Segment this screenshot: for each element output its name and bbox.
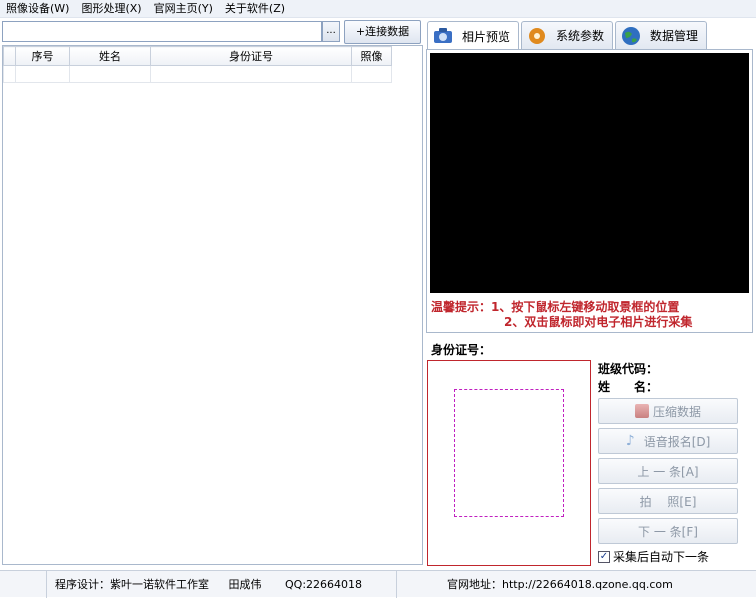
auto-next-checkbox[interactable]: ✓ 采集后自动下一条 xyxy=(598,548,709,565)
music-note-icon: ♪ xyxy=(625,433,635,449)
next-record-button[interactable]: 下 一 条[F] xyxy=(598,518,738,544)
site-text: 官网地址：http://22664018.qzone.qq.com xyxy=(447,578,673,591)
grid-table: 序号 姓名 身份证号 照像 xyxy=(3,46,392,83)
photo-preview-panel: 温馨提示：1、按下鼠标左键移动取景框的位置 2、双击鼠标即对电子相片进行采集 xyxy=(426,49,753,333)
button-label: 下 一 条[F] xyxy=(638,524,698,539)
crop-region[interactable] xyxy=(454,389,564,517)
tab-label: 数据管理 xyxy=(650,29,699,43)
row-indicator-header xyxy=(3,46,16,66)
cell-id-number[interactable] xyxy=(150,65,352,83)
column-header-name[interactable]: 姓名 xyxy=(69,46,151,66)
connect-data-button[interactable]: +连接数据 xyxy=(344,20,421,44)
previous-record-button[interactable]: 上 一 条[A] xyxy=(598,458,738,484)
camera-preview[interactable] xyxy=(430,53,749,293)
tab-system-params[interactable]: 系统参数 xyxy=(521,21,614,49)
menu-website[interactable]: 官网主页(Y) xyxy=(148,0,219,18)
qq-text: QQ:22664018 xyxy=(285,578,363,591)
tab-label: 系统参数 xyxy=(556,29,605,43)
menu-camera-device[interactable]: 照像设备(W) xyxy=(0,0,75,18)
button-label: 拍 照[E] xyxy=(639,494,697,509)
settings-icon xyxy=(526,25,548,47)
button-label: 压缩数据 xyxy=(652,404,701,419)
voice-register-button[interactable]: ♪ 语音报名[D] xyxy=(598,428,738,454)
tab-strip: 相片预览 系统参数 数据管理 xyxy=(427,21,709,50)
button-label: 上 一 条[A] xyxy=(637,464,699,479)
table-row[interactable] xyxy=(3,65,392,83)
tip-line-2: 2、双击鼠标即对电子相片进行采集 xyxy=(504,315,693,329)
cell-name[interactable] xyxy=(69,65,151,83)
menu-image-processing[interactable]: 图形处理(X) xyxy=(75,0,147,18)
auto-next-label: 采集后自动下一条 xyxy=(613,550,710,564)
tab-label: 相片预览 xyxy=(462,29,511,44)
name-label: 姓 名： xyxy=(598,380,659,394)
tab-photo-preview[interactable]: 相片预览 xyxy=(427,21,520,50)
student-grid[interactable]: 序号 姓名 身份证号 照像 xyxy=(2,45,423,565)
status-designer: 程序设计：紫叶一诺软件工作室 田成伟 QQ:22664018 xyxy=(46,571,362,598)
cell-index[interactable] xyxy=(15,65,70,83)
id-number-label: 身份证号： xyxy=(431,343,492,357)
tab-data-management[interactable]: 数据管理 xyxy=(615,21,708,49)
menu-bar: 照像设备(W) 图形处理(X) 官网主页(Y) 关于软件(Z) xyxy=(0,0,756,18)
status-site: 官网地址：http://22664018.qzone.qq.com xyxy=(396,571,673,598)
photo-frame[interactable] xyxy=(427,360,591,566)
grid-header-row: 序号 姓名 身份证号 照像 xyxy=(3,46,392,66)
globe-icon xyxy=(620,25,642,47)
checkbox-check-icon[interactable]: ✓ xyxy=(598,550,610,563)
row-indicator xyxy=(3,65,16,83)
browse-button[interactable]: ... xyxy=(322,21,340,42)
status-bar: 程序设计：紫叶一诺软件工作室 田成伟 QQ:22664018 官网地址：http… xyxy=(0,570,756,598)
cell-photo[interactable] xyxy=(351,65,392,83)
class-code-label: 班级代码： xyxy=(598,362,659,376)
author-text: 田成伟 xyxy=(228,578,262,591)
column-header-id-number[interactable]: 身份证号 xyxy=(150,46,352,66)
tip-line-1: 温馨提示：1、按下鼠标左键移动取景框的位置 xyxy=(431,300,680,314)
menu-about[interactable]: 关于软件(Z) xyxy=(219,0,291,18)
button-label: 语音报名[D] xyxy=(643,434,711,449)
preview-tip: 温馨提示：1、按下鼠标左键移动取景框的位置 2、双击鼠标即对电子相片进行采集 xyxy=(431,300,749,330)
database-path-input[interactable] xyxy=(2,21,322,42)
column-header-photo[interactable]: 照像 xyxy=(351,46,392,66)
designer-text: 程序设计：紫叶一诺软件工作室 xyxy=(55,578,209,591)
column-header-index[interactable]: 序号 xyxy=(15,46,70,66)
table-icon xyxy=(634,404,649,418)
compress-data-button[interactable]: 压缩数据 xyxy=(598,398,738,424)
camera-icon xyxy=(432,25,454,47)
take-photo-button[interactable]: 拍 照[E] xyxy=(598,488,738,514)
